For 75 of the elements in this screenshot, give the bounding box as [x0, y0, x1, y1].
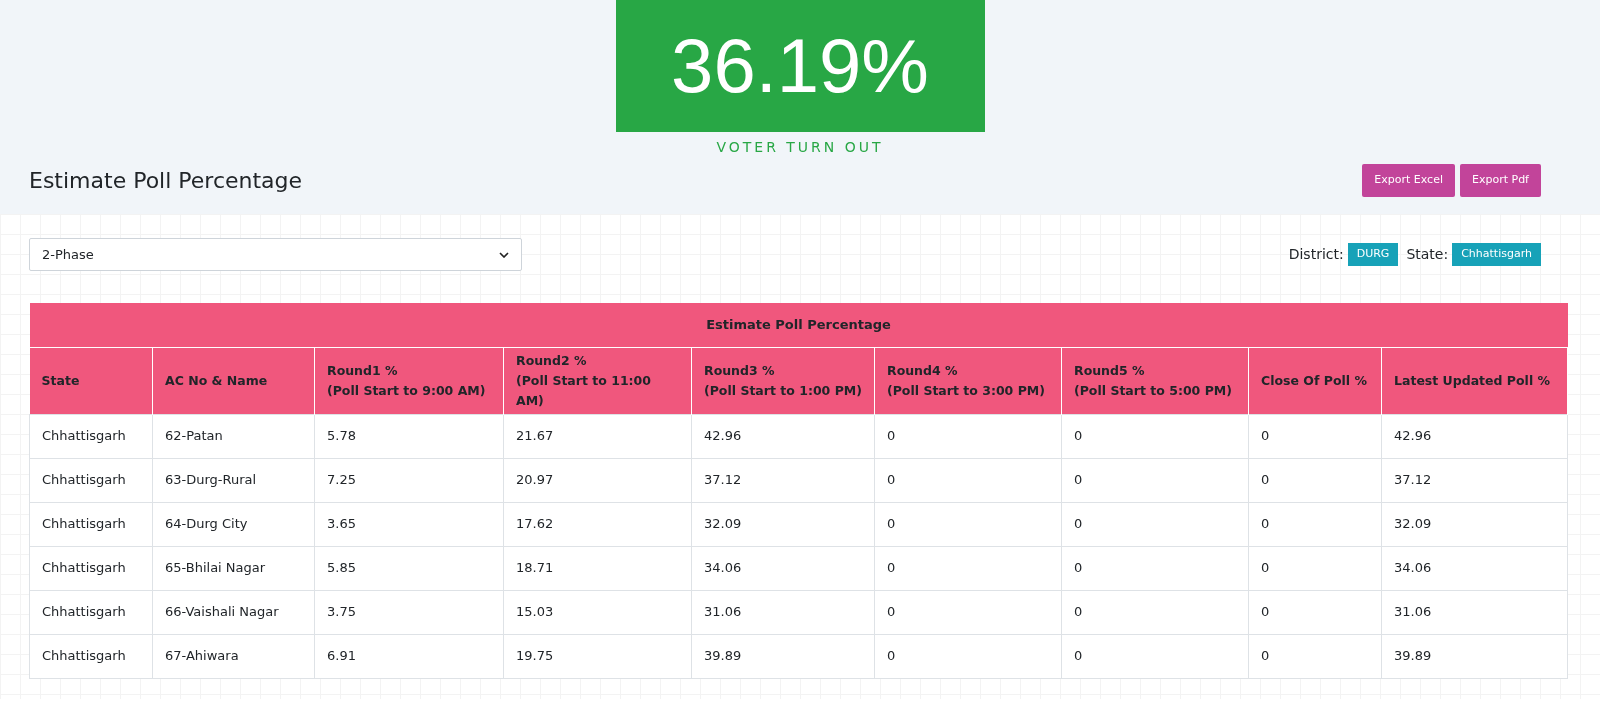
table-cell: 39.89	[1381, 634, 1568, 678]
turnout-value: 36.19%	[615, 0, 985, 132]
table-cell: 32.09	[1381, 502, 1568, 546]
export-button[interactable]: Export Pdf	[1460, 164, 1541, 197]
table-cell: 3.65	[314, 502, 504, 546]
table-cell: 7.25	[314, 458, 504, 502]
column-header: Latest Updated Poll %	[1381, 347, 1568, 414]
column-header: AC No & Name	[152, 347, 315, 414]
table-cell: Chhattisgarh	[29, 502, 153, 546]
table-title: Estimate Poll Percentage	[29, 303, 1568, 347]
table-cell: 62-Patan	[152, 414, 315, 458]
filter-badge: DURG	[1347, 243, 1399, 266]
table-cell: 0	[1061, 634, 1249, 678]
chevron-down-icon	[499, 251, 509, 258]
column-header: Round5 % (Poll Start to 5:00 PM)	[1061, 347, 1249, 414]
table-cell: 0	[874, 414, 1062, 458]
table-cell: 15.03	[503, 590, 692, 634]
table-cell: Chhattisgarh	[29, 634, 153, 678]
table-cell: 5.78	[314, 414, 504, 458]
table-cell: 34.06	[691, 546, 875, 590]
turnout-label: VOTER TURN OUT	[716, 138, 884, 157]
table-cell: 34.06	[1381, 546, 1568, 590]
table-cell: 39.89	[691, 634, 875, 678]
table-cell: 0	[1061, 414, 1249, 458]
table-cell: 0	[1248, 414, 1382, 458]
filter-label: State:	[1406, 245, 1449, 264]
table-cell: 31.06	[1381, 590, 1568, 634]
table-cell: Chhattisgarh	[29, 458, 153, 502]
table-cell: 65-Bhilai Nagar	[152, 546, 315, 590]
table-cell: 0	[874, 590, 1062, 634]
table-cell: 0	[1061, 590, 1249, 634]
table-cell: 0	[1248, 502, 1382, 546]
table-cell: 64-Durg City	[152, 502, 315, 546]
filter-badge: Chhattisgarh	[1452, 243, 1541, 266]
column-header: Round4 % (Poll Start to 3:00 PM)	[874, 347, 1062, 414]
column-header: State	[29, 347, 153, 414]
phase-select[interactable]: 2-Phase	[29, 238, 522, 271]
table-cell: 42.96	[691, 414, 875, 458]
column-header: Round2 % (Poll Start to 11:00 AM)	[503, 347, 692, 414]
table-cell: 0	[1061, 546, 1249, 590]
table-cell: 66-Vaishali Nagar	[152, 590, 315, 634]
column-header: Round3 % (Poll Start to 1:00 PM)	[691, 347, 875, 414]
table-cell: 37.12	[1381, 458, 1568, 502]
table-cell: 0	[1248, 634, 1382, 678]
table-cell: 0	[874, 502, 1062, 546]
column-header: Close Of Poll %	[1248, 347, 1382, 414]
page-heading: Estimate Poll Percentage	[29, 167, 303, 195]
table-cell: 63-Durg-Rural	[152, 458, 315, 502]
table-cell: Chhattisgarh	[29, 546, 153, 590]
table-cell: 37.12	[691, 458, 875, 502]
table-cell: 6.91	[314, 634, 504, 678]
table-cell: 0	[1248, 458, 1382, 502]
table-cell: 0	[874, 458, 1062, 502]
table-cell: 32.09	[691, 502, 875, 546]
table-cell: 0	[874, 634, 1062, 678]
table-cell: 17.62	[503, 502, 692, 546]
filter-label: District:	[1288, 245, 1344, 264]
table-cell: Chhattisgarh	[29, 590, 153, 634]
table-cell: 0	[1248, 590, 1382, 634]
table-cell: 0	[1061, 458, 1249, 502]
table-cell: 5.85	[314, 546, 504, 590]
table-cell: 0	[1248, 546, 1382, 590]
table-cell: 31.06	[691, 590, 875, 634]
column-header: Round1 % (Poll Start to 9:00 AM)	[314, 347, 504, 414]
table-cell: 21.67	[503, 414, 692, 458]
export-button[interactable]: Export Excel	[1362, 164, 1455, 197]
table-cell: 20.97	[503, 458, 692, 502]
table-cell: 0	[1061, 502, 1249, 546]
table-cell: 3.75	[314, 590, 504, 634]
table-cell: 19.75	[503, 634, 692, 678]
table-cell: 42.96	[1381, 414, 1568, 458]
table-cell: 18.71	[503, 546, 692, 590]
table-cell: 0	[874, 546, 1062, 590]
table-cell: 67-Ahiwara	[152, 634, 315, 678]
table-cell: Chhattisgarh	[29, 414, 153, 458]
